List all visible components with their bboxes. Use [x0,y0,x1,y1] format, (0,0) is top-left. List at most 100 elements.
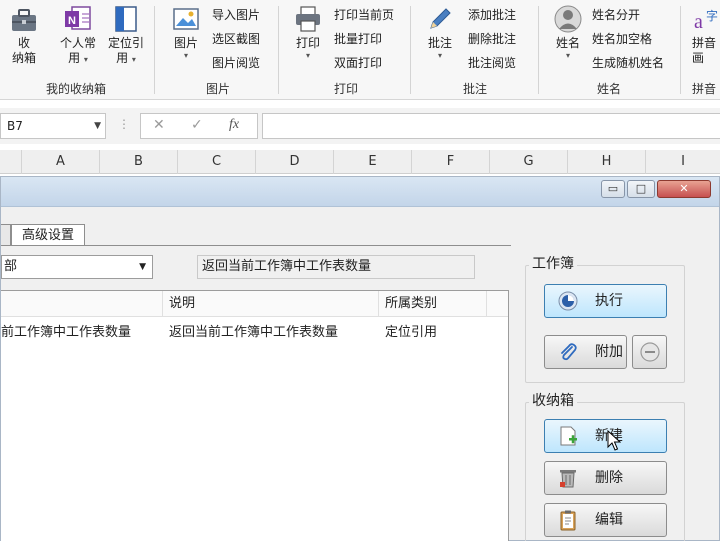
column-header-g[interactable]: G [490,150,568,174]
edit-button[interactable]: 编辑 [544,503,667,537]
maximize-button[interactable]: □ [627,180,655,198]
print-current-page-label: 打印当前页 [334,8,395,22]
column-header-d[interactable]: D [256,150,334,174]
new-button[interactable]: 新建 [544,419,667,453]
name-add-space-button[interactable]: 姓名加空格 [592,30,652,48]
formula-bar: B7 ▼ ⋮ ✕ ✓ fx [0,108,720,144]
edit-label: 编辑 [595,512,623,528]
cancel-icon[interactable]: ✕ [153,117,165,133]
insert-function-icon[interactable]: fx [229,117,239,133]
name-add-space-label: 姓名加空格 [592,32,653,46]
column-header-b[interactable]: B [100,150,178,174]
add-comment-label: 添加批注 [468,8,517,22]
list-header: 说明 所属类别 [1,291,508,317]
column-header-c[interactable]: C [178,150,256,174]
delete-button[interactable]: 删除 [544,461,667,495]
panel-icon [115,6,137,32]
column-header-a[interactable]: A [22,150,100,174]
workbook-group-title: 工作簿 [529,256,577,272]
ribbon-separator [278,6,279,94]
delete-comment-button[interactable]: 删除批注 [468,30,516,48]
column-header-h[interactable]: H [568,150,646,174]
comment-viewer-button[interactable]: 批注阅览 [468,54,516,72]
image-viewer-button[interactable]: 图片阅览 [212,54,260,72]
delete-comment-label: 删除批注 [468,32,517,46]
name-box[interactable]: B7 ▼ [0,113,106,139]
random-name-button[interactable]: 生成随机姓名 [592,54,664,72]
column-headers: A B C D E F G H I [0,150,720,174]
mouse-cursor-icon [607,430,621,451]
select-all-corner[interactable] [0,150,22,174]
pinyin-button[interactable]: a 字 拼音 画 [692,4,720,66]
box-button-line1: 收 [17,36,30,50]
list-header-desc[interactable]: 说明 [163,291,379,317]
execute-button[interactable]: 执行 [544,284,667,318]
duplex-print-button[interactable]: 双面打印 [334,54,382,72]
region-screenshot-button[interactable]: 选区截图 [212,30,260,48]
chevron-down-icon: ▾ [131,55,136,64]
import-image-button[interactable]: 导入图片 [212,6,260,24]
new-document-icon [560,426,577,446]
personal-common-button[interactable]: N 个人常 用 ▾ [54,4,102,67]
box-button[interactable]: 收 纳箱 [4,4,44,66]
category-dropdown[interactable]: 部 ▼ [1,255,153,279]
add-comment-button[interactable]: 添加批注 [468,6,516,24]
column-header-e[interactable]: E [334,150,412,174]
locate-reference-line2: 用 [116,51,129,65]
drag-handle-icon[interactable]: ⋮ [118,117,130,131]
batch-print-button[interactable]: 批量打印 [334,30,382,48]
name-button[interactable]: 姓名 ▾ [548,4,588,61]
execute-label: 执行 [595,293,623,309]
formula-input[interactable] [262,113,720,139]
close-icon: ✕ [679,182,689,195]
ribbon-separator [154,6,155,94]
print-button-label: 打印 [295,36,320,50]
tab-advanced-settings[interactable]: 高级设置 [11,224,85,246]
description-text: 返回当前工作簿中工作表数量 [202,259,372,274]
image-viewer-label: 图片阅览 [212,56,261,70]
dialog-titlebar[interactable]: ▭ □ ✕ [1,177,719,207]
print-button[interactable]: 打印 ▾ [290,4,326,61]
split-name-button[interactable]: 姓名分开 [592,6,640,24]
minimize-button[interactable]: ▭ [601,180,625,198]
svg-text:N: N [68,15,76,27]
locate-reference-line1: 定位引 [107,36,144,50]
list-item[interactable]: 前工作簿中工作表数量 返回当前工作簿中工作表数量 定位引用 [1,321,508,345]
batch-print-label: 批量打印 [334,32,383,46]
close-button[interactable]: ✕ [657,180,711,198]
printer-icon [296,6,320,32]
list-header-category[interactable]: 所属类别 [379,291,487,317]
ribbon-group-image: 图片 ▾ 导入图片 选区截图 图片阅览 图片 [160,0,276,100]
list-item-name: 前工作簿中工作表数量 [1,325,132,340]
locate-reference-button[interactable]: 定位引 用 ▾ [104,4,148,67]
ribbon-separator [680,6,681,94]
image-button[interactable]: 图片 ▾ [168,4,204,61]
column-header-f[interactable]: F [412,150,490,174]
tab-divider [1,245,511,246]
chevron-down-icon: ▾ [437,51,442,60]
personal-common-line2: 用 [68,51,81,65]
category-value: 部 [4,259,18,274]
toolbox-icon [12,9,36,31]
list-item-category: 定位引用 [385,325,438,340]
minus-circle-icon [640,342,660,362]
print-current-page-button[interactable]: 打印当前页 [334,6,394,24]
name-button-label: 姓名 [555,36,580,50]
random-name-label: 生成随机姓名 [592,56,665,70]
remove-attach-button[interactable] [632,335,667,369]
paperclip-icon [561,343,577,361]
function-list[interactable]: 说明 所属类别 前工作簿中工作表数量 返回当前工作簿中工作表数量 定位引用 [1,290,509,541]
comment-button[interactable]: 批注 ▾ [422,4,458,61]
svg-text:a: a [694,11,703,33]
comment-viewer-label: 批注阅览 [468,56,517,70]
pinyin-line1: 拼音 [692,36,717,50]
pen-icon [430,8,451,29]
tab-advanced-label: 高级设置 [21,228,74,243]
attach-button[interactable]: 附加 [544,335,627,369]
ribbon: 收 纳箱 N 个人常 用 ▾ 定位引 用 ▾ 我的收纳箱 图片 ▾ 导入图片 选… [0,0,720,100]
ribbon-group-name: 姓名 ▾ 姓名分开 姓名加空格 生成随机姓名 姓名 [544,0,674,100]
tab-previous[interactable] [1,224,11,246]
column-header-i[interactable]: I [646,150,720,174]
list-header-name[interactable] [1,291,163,317]
enter-icon[interactable]: ✓ [191,117,203,133]
